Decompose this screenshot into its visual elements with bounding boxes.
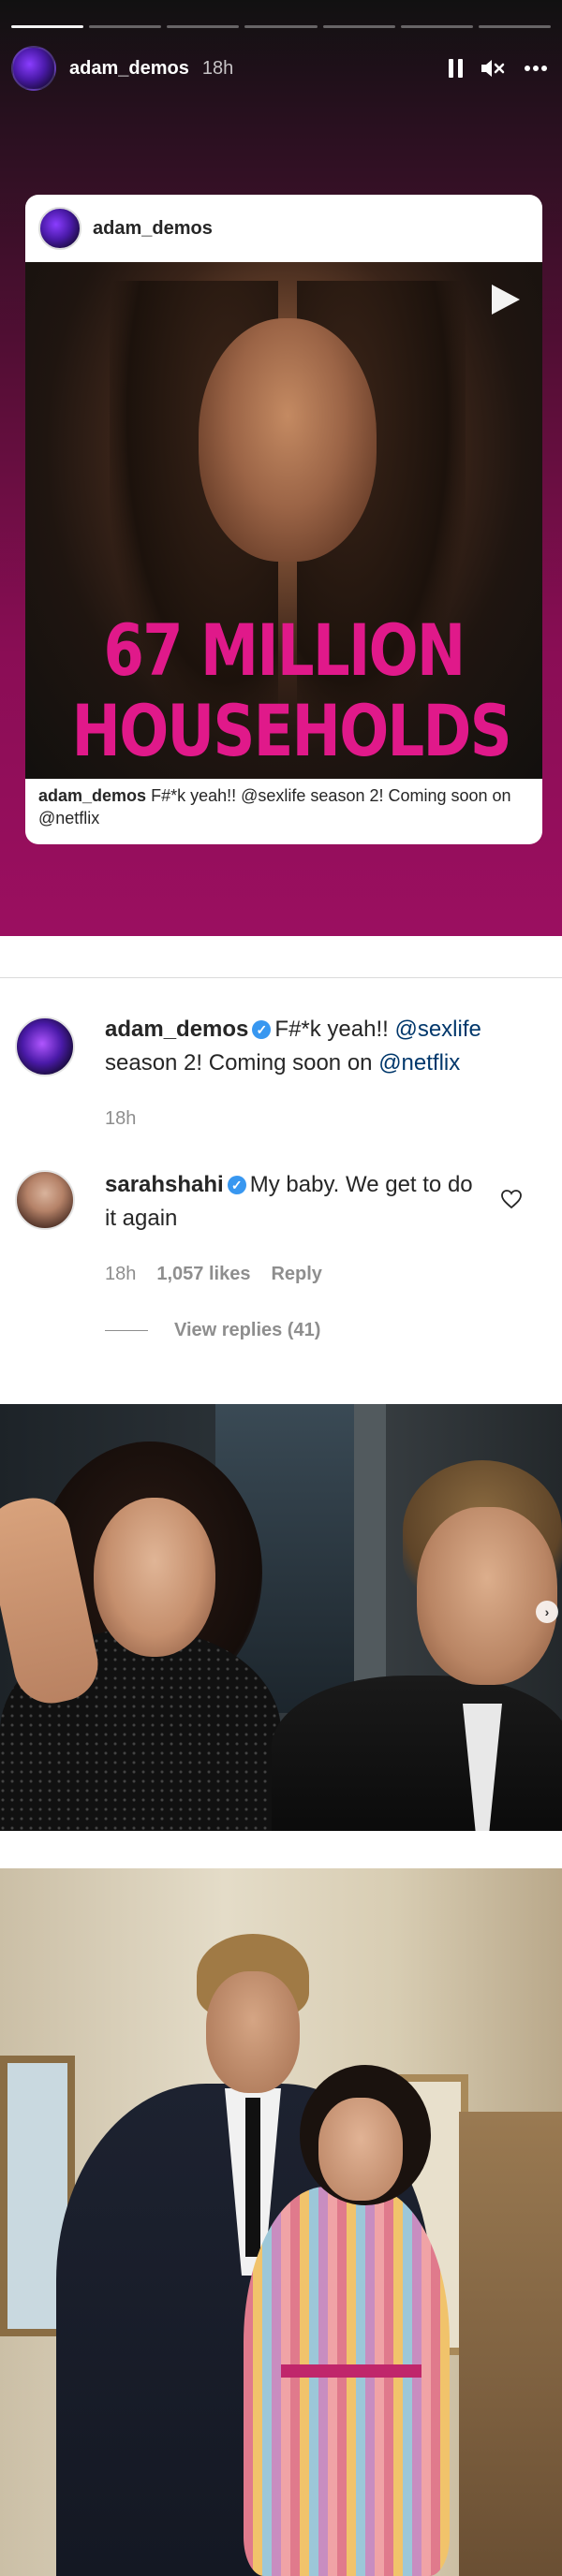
divider [105,1330,148,1331]
photo-detail [459,2112,562,2576]
caption-username: adam_demos [38,786,147,805]
reply-button[interactable]: Reply [271,1264,321,1285]
photo-detail [281,2364,422,2378]
progress-segment [167,25,240,28]
comment-username[interactable]: adam_demos [105,1017,248,1042]
shared-post-card[interactable]: adam_demos 67 MILLION HOUSEHOLDS adam_de… [25,195,542,844]
play-icon[interactable] [486,281,524,323]
headline-line: HOUSEHOLDS [71,689,512,772]
story-timestamp: 18h [201,57,234,79]
progress-segment [478,25,551,28]
mention-link[interactable]: @sexlife [394,1017,481,1042]
progress-segment [89,25,162,28]
avatar [38,207,81,250]
comment-username[interactable]: sarahshahi [105,1172,224,1197]
story-progress-bar [11,25,551,28]
photo-carousel[interactable]: › [0,1404,562,1831]
story-controls [449,57,549,80]
mention-link[interactable]: @netflix [378,1050,460,1076]
progress-segment [322,25,395,28]
comment-text: F#*k yeah!! [274,1017,395,1042]
photo-detail [272,1676,562,1831]
photo-detail [244,2187,450,2576]
comment-meta: 18h 1,057 likes Reply [105,1264,322,1285]
verified-badge-icon: ✓ [252,1020,272,1039]
story-username[interactable]: adam_demos [69,58,189,80]
avatar[interactable] [15,1170,75,1230]
story-header: adam_demos 18h [11,46,549,91]
comment-meta: 18h [105,1108,136,1130]
view-replies-label: View replies (41) [174,1320,321,1340]
avatar[interactable] [11,46,56,91]
photo-detail [318,2098,403,2201]
heart-icon[interactable] [500,1189,523,1214]
photo-detail [206,1971,300,2093]
video-frame-detail [199,318,377,562]
card-caption: adam_demos F#*k yeah!! @sexlife season 2… [38,784,529,829]
card-header: adam_demos [25,195,542,262]
owner-comment: adam_demos ✓ F#*k yeah!! @sexlife season 2… [105,1013,508,1080]
comment-timestamp: 18h [105,1264,137,1284]
post-video[interactable]: 67 MILLION HOUSEHOLDS [25,262,542,779]
mute-icon[interactable] [480,57,506,80]
pause-icon[interactable] [449,57,463,80]
carousel-next-icon[interactable]: › [536,1601,558,1623]
view-replies-button[interactable]: View replies (41) [105,1320,320,1341]
comment-timestamp: 18h [105,1108,137,1129]
likes-count[interactable]: 1,057 likes [156,1264,250,1285]
photo-detail [245,2098,260,2257]
story-viewer[interactable]: adam_demos 18h adam_demos 67 MILLION HOU… [0,0,562,936]
card-username: adam_demos [93,217,213,239]
progress-segment [400,25,473,28]
progress-segment [244,25,318,28]
photo-detail [417,1507,557,1685]
headline-line: 67 MILLION [103,608,466,692]
reply-comment: sarahshahi ✓ My baby. We get to do it agai… [105,1168,480,1236]
photo[interactable] [0,1868,562,2576]
avatar[interactable] [15,1017,75,1076]
progress-segment [11,25,84,28]
comments-section: adam_demos ✓ F#*k yeah!! @sexlife season 2… [0,936,562,1404]
verified-badge-icon: ✓ [227,1176,246,1194]
video-headline: 67 MILLION HOUSEHOLDS [71,608,512,772]
divider [0,977,562,978]
comment-text: season 2! Coming soon on [105,1050,379,1076]
photo-detail [94,1498,215,1657]
more-icon[interactable] [523,57,549,80]
